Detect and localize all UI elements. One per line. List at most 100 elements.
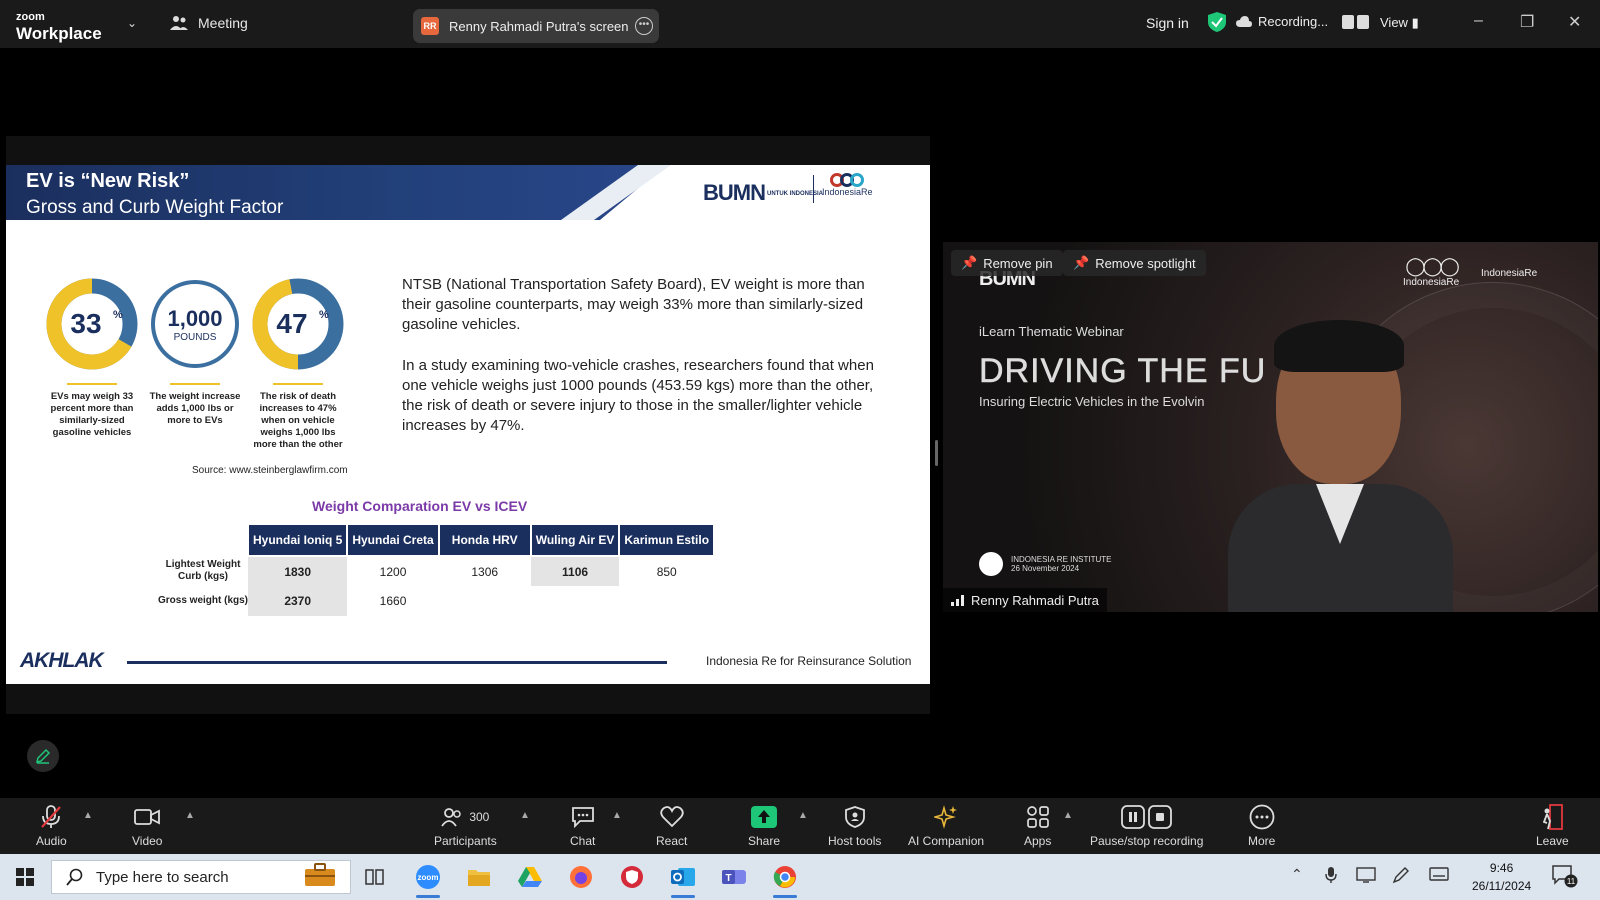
stat-underline bbox=[170, 383, 220, 385]
windows-taskbar: Type here to search zoom T ⌃ 9:46 26/11/… bbox=[0, 854, 1600, 900]
audio-button[interactable]: Audio bbox=[36, 804, 67, 848]
participant-person bbox=[1228, 320, 1453, 612]
table-header-row: Hyundai Ioniq 5 Hyundai Creta Honda HRV … bbox=[158, 523, 716, 557]
audio-options-caret[interactable]: ▲ bbox=[83, 810, 93, 821]
participants-options-caret[interactable]: ▲ bbox=[520, 810, 530, 821]
participant-nametag: Renny Rahmadi Putra bbox=[943, 588, 1107, 612]
background-webinar-date: 26 November 2024 bbox=[1011, 564, 1080, 573]
microphone-icon[interactable] bbox=[1325, 866, 1337, 887]
stat-caption: The risk of death increases to 47% when … bbox=[253, 391, 343, 450]
task-view-icon[interactable] bbox=[360, 862, 390, 892]
leave-button[interactable]: Leave bbox=[1536, 804, 1569, 848]
chat-icon bbox=[571, 807, 594, 828]
shared-screen-indicator[interactable]: RR Renny Rahmadi Putra's screen ••• bbox=[413, 9, 659, 43]
ai-companion-button[interactable]: AI Companion bbox=[908, 804, 984, 848]
stat-unit: % bbox=[113, 309, 123, 321]
firefox-icon[interactable] bbox=[566, 862, 596, 892]
video-label: Video bbox=[132, 834, 163, 848]
people-icon bbox=[170, 16, 188, 30]
pencil-icon bbox=[35, 748, 51, 764]
apps-options-caret[interactable]: ▲ bbox=[1063, 810, 1073, 821]
more-label: More bbox=[1248, 834, 1276, 848]
table-row: Gross weight (kgs) 2370 1660 bbox=[158, 586, 714, 616]
outlook-icon[interactable] bbox=[668, 862, 698, 898]
pause-stop-recording-button[interactable]: Pause/stop recording bbox=[1090, 804, 1203, 848]
google-drive-icon[interactable] bbox=[515, 862, 545, 892]
table-cell bbox=[439, 586, 531, 616]
share-label: Share bbox=[748, 834, 781, 848]
participant-name: Renny Rahmadi Putra bbox=[971, 592, 1099, 608]
taskbar-clock[interactable]: 9:46 26/11/2024 bbox=[1472, 859, 1531, 895]
background-webinar-subtitle: Insuring Electric Vehicles in the Evolvi… bbox=[979, 394, 1205, 409]
chat-button[interactable]: Chat bbox=[570, 804, 595, 848]
video-options-caret[interactable]: ▲ bbox=[185, 810, 195, 821]
recording-indicator[interactable]: Recording... bbox=[1236, 14, 1370, 29]
stop-recording-icon[interactable] bbox=[1357, 14, 1370, 29]
security-app-icon[interactable] bbox=[617, 862, 647, 892]
taskbar-search-box[interactable]: Type here to search bbox=[51, 860, 351, 894]
search-placeholder: Type here to search bbox=[96, 868, 229, 886]
chrome-icon[interactable] bbox=[770, 862, 800, 898]
share-button[interactable]: Share bbox=[748, 804, 780, 848]
leave-label: Leave bbox=[1536, 834, 1569, 848]
shared-screen[interactable]: EV is “New Risk” Gross and Curb Weight F… bbox=[6, 136, 930, 714]
shield-check-icon[interactable] bbox=[1208, 12, 1226, 32]
pen-icon[interactable] bbox=[1392, 866, 1410, 887]
table-cell: 1830 bbox=[248, 556, 348, 586]
table-title: Weight Comparation EV vs ICEV bbox=[312, 498, 528, 514]
paragraph-study: In a study examining two-vehicle crashes… bbox=[402, 357, 874, 434]
background-webinar-label: iLearn Thematic Webinar bbox=[979, 324, 1124, 339]
meeting-menu[interactable]: Meeting bbox=[170, 15, 248, 31]
apps-button[interactable]: Apps bbox=[1024, 804, 1051, 848]
annotate-button[interactable] bbox=[27, 740, 59, 772]
teams-icon[interactable]: T bbox=[719, 862, 749, 892]
briefcase-icon bbox=[304, 863, 336, 891]
minimize-icon[interactable]: – bbox=[1474, 12, 1483, 30]
share-options-caret[interactable]: ▲ bbox=[798, 810, 808, 821]
notification-icon[interactable]: 11 bbox=[1552, 864, 1578, 891]
more-options-icon[interactable]: ••• bbox=[635, 17, 653, 35]
slide-subtitle: Gross and Curb Weight Factor bbox=[26, 197, 284, 218]
display-icon[interactable] bbox=[1356, 866, 1376, 887]
table-row: Lightest Weight Curb (kgs) 1830 1200 130… bbox=[158, 556, 714, 586]
file-explorer-icon[interactable] bbox=[464, 862, 494, 892]
chat-options-caret[interactable]: ▲ bbox=[612, 810, 622, 821]
more-button[interactable]: More bbox=[1248, 804, 1275, 848]
host-tools-button[interactable]: Host tools bbox=[828, 804, 881, 848]
zoom-app-icon[interactable]: zoom bbox=[413, 862, 443, 898]
weight-comparison-table: Hyundai Ioniq 5 Hyundai Creta Honda HRV … bbox=[158, 523, 716, 616]
sign-in-button[interactable]: Sign in bbox=[1146, 15, 1189, 31]
apps-icon bbox=[1026, 806, 1049, 828]
indonesiare-logo-text: IndonesiaRe bbox=[822, 187, 873, 197]
restore-icon[interactable]: ❐ bbox=[1520, 12, 1534, 32]
stat-value: 33 bbox=[70, 308, 101, 339]
close-icon[interactable]: ✕ bbox=[1568, 12, 1581, 32]
chevron-down-icon[interactable]: ⌄ bbox=[127, 16, 137, 30]
remove-pin-button[interactable]: 📌 Remove pin bbox=[951, 250, 1063, 276]
resize-handle[interactable] bbox=[935, 440, 938, 466]
participants-button[interactable]: 300 Participants bbox=[434, 804, 497, 848]
table-cell: 1306 bbox=[471, 564, 499, 579]
chat-label: Chat bbox=[570, 834, 596, 848]
svg-text:T: T bbox=[725, 873, 731, 884]
touch-keyboard-icon[interactable] bbox=[1429, 866, 1449, 885]
windows-start-icon[interactable] bbox=[16, 868, 34, 886]
akhlak-logo: AKHLAK bbox=[20, 649, 104, 672]
view-button[interactable]: View ▮ bbox=[1380, 15, 1419, 31]
pause-recording-icon[interactable] bbox=[1342, 14, 1355, 29]
zoom-logo[interactable]: zoom Workplace bbox=[16, 8, 102, 43]
camera-icon bbox=[979, 552, 1003, 576]
search-icon bbox=[66, 868, 83, 886]
video-button[interactable]: Video bbox=[132, 804, 162, 848]
footer-divider bbox=[127, 661, 667, 664]
react-button[interactable]: React bbox=[656, 804, 687, 848]
clock-time: 9:46 bbox=[1489, 861, 1514, 875]
table-cell: 2370 bbox=[248, 586, 348, 616]
chevron-up-icon[interactable]: ⌃ bbox=[1291, 866, 1303, 883]
row-label: Gross weight (kgs) bbox=[158, 595, 249, 606]
remove-spotlight-button[interactable]: 📌 Remove spotlight bbox=[1063, 250, 1206, 276]
brand-bottom: Workplace bbox=[16, 24, 102, 43]
heart-icon bbox=[660, 806, 684, 828]
bumn-logo-small: UNTUK INDONESIA bbox=[767, 190, 824, 197]
participant-video-tile[interactable]: BUMN ◯◯◯ IndonesiaRe IndonesiaRe iLearn … bbox=[943, 242, 1598, 612]
